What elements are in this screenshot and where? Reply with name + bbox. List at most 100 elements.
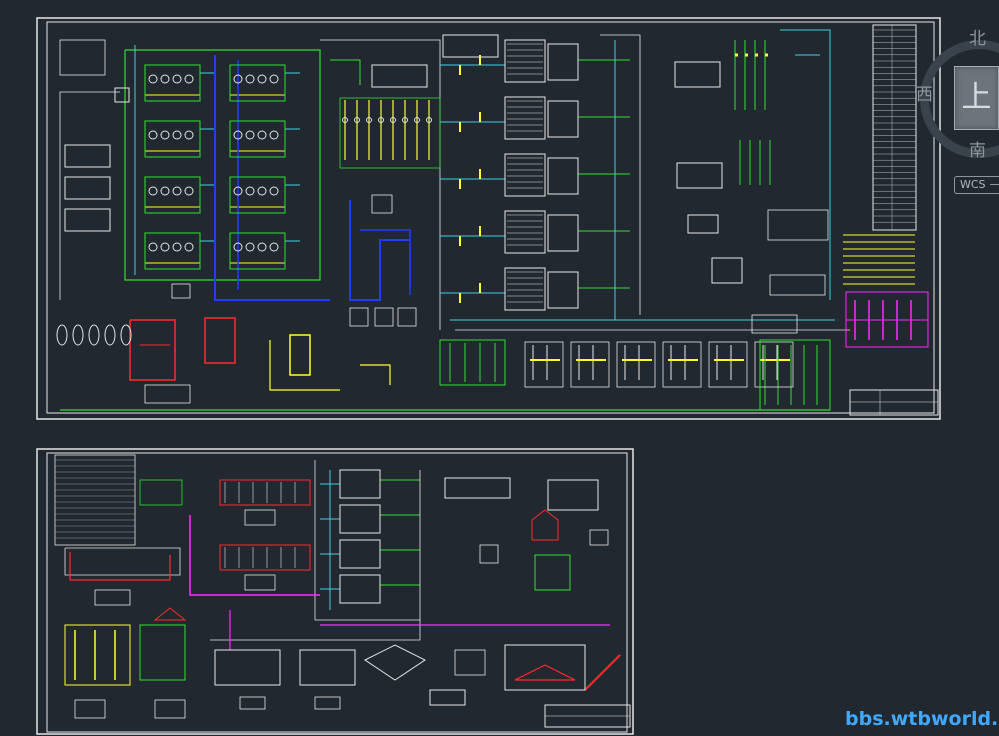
drawing-canvas[interactable] [0, 0, 999, 736]
red-header [219, 544, 311, 571]
cartridge-filter [72, 324, 84, 346]
compass-south-label[interactable]: 南 [969, 136, 986, 161]
wcs-menu-button[interactable]: WCS [954, 176, 999, 194]
tank-symbol [269, 130, 279, 140]
label-block [74, 699, 106, 719]
wcs-connector-line [990, 184, 999, 185]
drawing-frames [36, 17, 941, 735]
pipe-run [124, 49, 321, 281]
manifold-frame [339, 97, 441, 169]
tank-symbol [160, 130, 170, 140]
filter-bank [759, 339, 831, 411]
label-block [454, 649, 486, 676]
sheet-frame-upper [36, 17, 941, 420]
pump-skid [616, 341, 656, 388]
tank-symbol [257, 74, 267, 84]
tank-symbol [184, 242, 194, 252]
label-block [94, 589, 131, 606]
auxiliary-tank [64, 208, 111, 232]
label-block [314, 696, 341, 710]
tank-symbol [269, 186, 279, 196]
title-block [849, 389, 939, 416]
tank-symbol [148, 186, 158, 196]
membrane-train-lower [339, 574, 381, 604]
label-block [769, 274, 826, 296]
membrane-train [504, 39, 546, 83]
product-tank [674, 61, 721, 88]
membrane-train [504, 153, 546, 197]
legend-table-lower [54, 454, 136, 546]
product-tank [676, 162, 723, 189]
pump-skid [754, 341, 794, 388]
label-block [374, 307, 394, 327]
label-block [479, 544, 499, 564]
auxiliary-tank [64, 176, 111, 200]
box-lower [429, 689, 466, 706]
label-block [154, 699, 186, 719]
clarifier [364, 644, 426, 681]
tank-symbol [257, 130, 267, 140]
membrane-train [504, 210, 546, 254]
pipe-run [600, 34, 641, 315]
label-block [589, 529, 609, 546]
viewcube[interactable]: 上 北 西 南 [916, 18, 999, 200]
cartridge-filter [88, 324, 100, 346]
yellow-vessel [289, 334, 311, 376]
tank-symbol [257, 186, 267, 196]
membrane-train [547, 271, 579, 309]
tank-symbol [148, 242, 158, 252]
tank-lower [444, 477, 511, 499]
membrane-train [504, 267, 546, 311]
tank-symbol [184, 74, 194, 84]
tank-symbol [148, 130, 158, 140]
pump-skid [708, 341, 748, 388]
pipe-run [189, 515, 320, 596]
legend-block-green [139, 479, 183, 506]
tank-symbol [257, 242, 267, 252]
tank-symbol [148, 74, 158, 84]
pipe-run [129, 319, 176, 381]
equipment-symbols [56, 34, 929, 706]
cone-vessel [531, 509, 559, 541]
compass-west-label[interactable]: 西 [916, 80, 933, 105]
legend-table [872, 24, 917, 231]
red-vessel [204, 317, 236, 364]
label-block [349, 307, 369, 327]
pump-skid [570, 341, 610, 388]
label-block [239, 696, 266, 710]
pipe-run [349, 200, 410, 301]
nameplate-box [442, 34, 499, 58]
tank-symbol [172, 74, 182, 84]
pipe-run [59, 91, 120, 300]
viewcube-top-face[interactable]: 上 [954, 66, 999, 130]
pump-skid [662, 341, 702, 388]
label-block [767, 209, 829, 241]
thickener [504, 644, 586, 691]
cartridge-filter [104, 324, 116, 346]
compass-north-label[interactable]: 北 [969, 24, 986, 49]
pipe-run [69, 552, 171, 581]
tank-symbol [160, 242, 170, 252]
pipe-run [360, 364, 391, 385]
tank-symbol [160, 74, 170, 84]
tank-symbol [184, 130, 194, 140]
thickener-cone [514, 664, 576, 681]
tank-symbol [245, 130, 255, 140]
pipe-run [269, 340, 340, 391]
legend-block [59, 39, 106, 76]
header-box [114, 87, 130, 103]
basin [214, 649, 281, 686]
watermark-text: bbs.wtbworld.com [845, 708, 999, 730]
tank-symbol [245, 186, 255, 196]
label-block [171, 283, 191, 299]
membrane-train [547, 43, 579, 81]
dosing-tank [711, 257, 743, 284]
label-block [371, 194, 393, 214]
pipe-run [64, 547, 181, 576]
label-block [144, 384, 191, 404]
tank-symbol [160, 186, 170, 196]
sheet-border-upper [46, 21, 935, 414]
cartridge-filter [56, 324, 68, 346]
tank-lower [547, 479, 599, 511]
green-skid-lower [534, 554, 571, 591]
